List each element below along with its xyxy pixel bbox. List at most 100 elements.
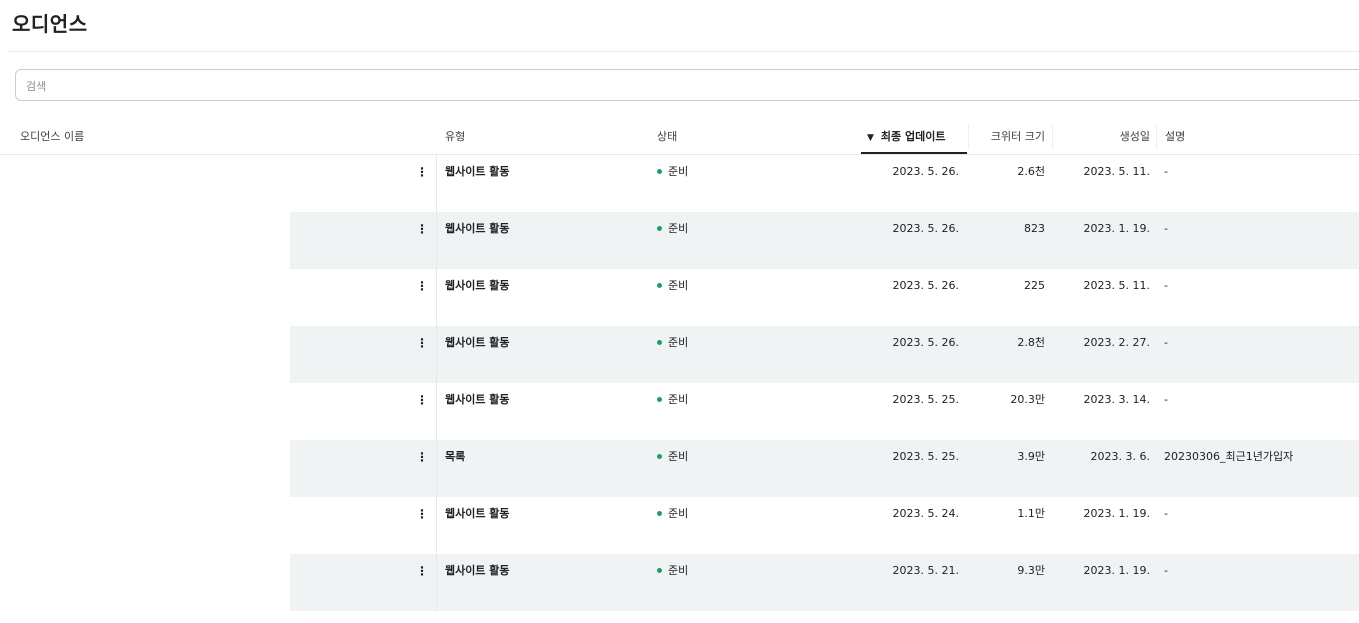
table-row[interactable]: ⋮ 웹사이트 활동 준비 2023. 5. 26. 225 2023. 5. 1… xyxy=(0,269,1359,326)
row-menu-icon[interactable]: ⋮ xyxy=(416,336,428,350)
audience-type: 웹사이트 활동 xyxy=(445,507,510,520)
last-updated: 2023. 5. 24. xyxy=(892,507,959,520)
last-updated: 2023. 5. 26. xyxy=(892,165,959,178)
audience-status: 준비 xyxy=(657,507,688,521)
audience-status: 준비 xyxy=(657,279,688,293)
row-menu-icon[interactable]: ⋮ xyxy=(416,222,428,236)
table-row[interactable]: ⋮ 웹사이트 활동 준비 2023. 5. 25. 20.3만 2023. 3.… xyxy=(0,383,1359,440)
column-header-status[interactable]: 상태 xyxy=(657,118,677,155)
last-updated: 2023. 5. 26. xyxy=(892,279,959,292)
created-date: 2023. 3. 6. xyxy=(1090,450,1150,463)
row-menu-icon[interactable]: ⋮ xyxy=(416,279,428,293)
column-header-size[interactable]: 크위터 크기 xyxy=(968,124,1052,149)
last-updated: 2023. 5. 25. xyxy=(892,393,959,406)
audience-description: - xyxy=(1164,393,1168,406)
column-header-created[interactable]: 생성일 xyxy=(1052,124,1156,149)
row-background xyxy=(290,383,1359,440)
status-label: 준비 xyxy=(668,450,689,463)
audience-status: 준비 xyxy=(657,450,688,464)
audience-status: 준비 xyxy=(657,564,688,578)
status-dot-icon xyxy=(657,339,662,345)
audience-type: 웹사이트 활동 xyxy=(445,222,510,235)
last-updated: 2023. 5. 25. xyxy=(892,450,959,463)
audience-type: 웹사이트 활동 xyxy=(445,393,510,406)
audience-size: 9.3만 xyxy=(1017,564,1045,577)
created-date: 2023. 3. 14. xyxy=(1083,393,1150,406)
page-title: 오디언스 xyxy=(12,12,88,36)
column-header-name[interactable]: 오디언스 이름 xyxy=(20,118,84,155)
table-row[interactable]: ⋮ 웹사이트 활동 준비 2023. 5. 26. 2.8천 2023. 2. … xyxy=(0,326,1359,383)
created-date: 2023. 1. 19. xyxy=(1083,564,1150,577)
audience-description: - xyxy=(1164,336,1168,349)
audience-type: 목록 xyxy=(445,450,466,463)
created-date: 2023. 1. 19. xyxy=(1083,507,1150,520)
title-divider xyxy=(8,51,1359,52)
audience-size: 823 xyxy=(1024,222,1045,235)
audience-description: - xyxy=(1164,222,1168,235)
audience-size: 20.3만 xyxy=(1010,393,1045,406)
search-box[interactable] xyxy=(15,69,1359,101)
search-input[interactable] xyxy=(26,76,626,96)
audience-type: 웹사이트 활동 xyxy=(445,564,510,577)
status-dot-icon xyxy=(657,282,662,288)
audience-description: 20230306_최근1년가입자 xyxy=(1164,450,1294,463)
status-dot-icon xyxy=(657,396,662,402)
created-date: 2023. 1. 19. xyxy=(1083,222,1150,235)
table-header: 오디언스 이름 유형 상태 ▼ 최종 업데이트 크위터 크기 생성일 설명 xyxy=(0,118,1359,155)
status-label: 준비 xyxy=(668,336,689,349)
status-label: 준비 xyxy=(668,222,689,235)
table-row[interactable]: ⋮ 웹사이트 활동 준비 2023. 5. 26. 823 2023. 1. 1… xyxy=(0,212,1359,269)
audience-type: 웹사이트 활동 xyxy=(445,336,510,349)
audience-description: - xyxy=(1164,507,1168,520)
row-background xyxy=(290,497,1359,554)
audience-size: 2.8천 xyxy=(1017,336,1045,349)
audience-description: - xyxy=(1164,279,1168,292)
last-updated: 2023. 5. 26. xyxy=(892,222,959,235)
created-date: 2023. 5. 11. xyxy=(1083,279,1150,292)
audience-size: 1.1만 xyxy=(1017,507,1045,520)
row-menu-icon[interactable]: ⋮ xyxy=(416,507,428,521)
sort-down-triangle-icon: ▼ xyxy=(867,133,874,143)
audience-status: 준비 xyxy=(657,393,688,407)
audience-type: 웹사이트 활동 xyxy=(445,165,510,178)
last-updated: 2023. 5. 21. xyxy=(892,564,959,577)
status-dot-icon xyxy=(657,168,662,174)
status-dot-icon xyxy=(657,567,662,573)
row-menu-icon[interactable]: ⋮ xyxy=(416,393,428,407)
row-background xyxy=(290,155,1359,212)
table-row[interactable]: ⋮ 웹사이트 활동 준비 2023. 5. 26. 2.6천 2023. 5. … xyxy=(0,155,1359,212)
status-label: 준비 xyxy=(668,279,689,292)
row-background xyxy=(290,554,1359,611)
table-row[interactable]: ⋮ 웹사이트 활동 준비 2023. 5. 24. 1.1만 2023. 1. … xyxy=(0,497,1359,554)
column-header-description[interactable]: 설명 xyxy=(1156,124,1185,149)
status-label: 준비 xyxy=(668,393,689,406)
status-label: 준비 xyxy=(668,165,689,178)
status-label: 준비 xyxy=(668,507,689,520)
audience-size: 3.9만 xyxy=(1017,450,1045,463)
status-label: 준비 xyxy=(668,564,689,577)
row-menu-icon[interactable]: ⋮ xyxy=(416,564,428,578)
table-row[interactable]: ⋮ 웹사이트 활동 준비 2023. 5. 21. 9.3만 2023. 1. … xyxy=(0,554,1359,611)
row-menu-icon[interactable]: ⋮ xyxy=(416,450,428,464)
row-menu-icon[interactable]: ⋮ xyxy=(416,165,428,179)
created-date: 2023. 5. 11. xyxy=(1083,165,1150,178)
status-dot-icon xyxy=(657,225,662,231)
audience-type: 웹사이트 활동 xyxy=(445,279,510,292)
column-header-updated[interactable]: ▼ 최종 업데이트 xyxy=(861,118,967,154)
audience-size: 225 xyxy=(1024,279,1045,292)
created-date: 2023. 2. 27. xyxy=(1083,336,1150,349)
audience-status: 준비 xyxy=(657,336,688,350)
audience-status: 준비 xyxy=(657,165,688,179)
audience-status: 준비 xyxy=(657,222,688,236)
row-background xyxy=(290,269,1359,326)
audience-description: - xyxy=(1164,564,1168,577)
table-row[interactable]: ⋮ 목록 준비 2023. 5. 25. 3.9만 2023. 3. 6. 20… xyxy=(0,440,1359,497)
column-header-type[interactable]: 유형 xyxy=(445,118,465,155)
last-updated: 2023. 5. 26. xyxy=(892,336,959,349)
status-dot-icon xyxy=(657,510,662,516)
row-background xyxy=(290,212,1359,269)
status-dot-icon xyxy=(657,453,662,459)
audience-description: - xyxy=(1164,165,1168,178)
audience-size: 2.6천 xyxy=(1017,165,1045,178)
column-divider xyxy=(436,155,437,611)
